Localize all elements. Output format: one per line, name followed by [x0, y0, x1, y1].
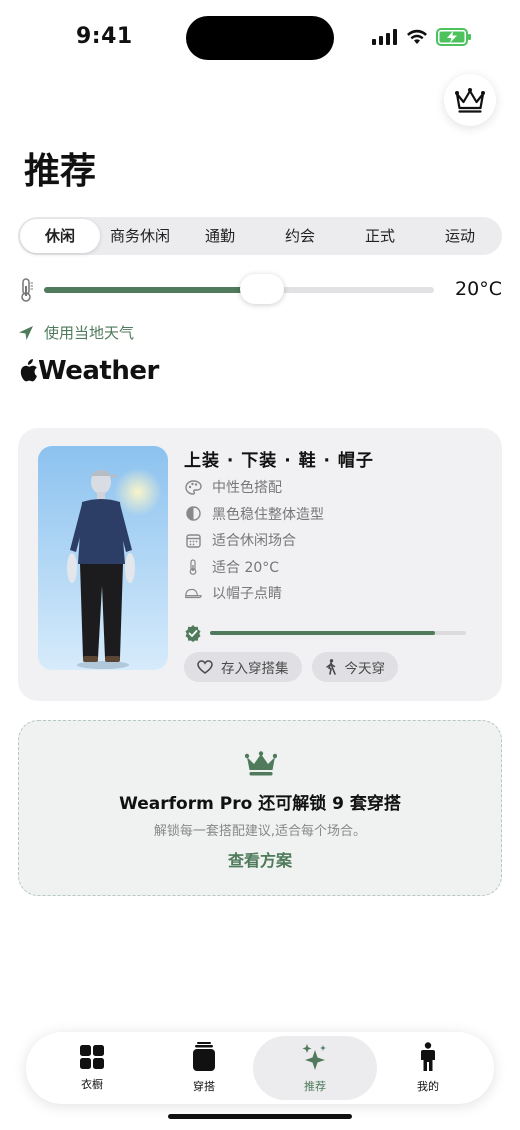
outfit-title: 上装 · 下装 · 鞋 · 帽子 — [184, 451, 374, 471]
pro-upsell-title: Wearform Pro 还可解锁 9 套穿搭 — [119, 794, 401, 814]
tab-wardrobe[interactable]: 衣橱 — [30, 1036, 154, 1100]
thermometer-icon — [189, 559, 196, 575]
tab-label: 穿搭 — [193, 1080, 215, 1093]
outfit-attribute-text: 适合 20°C — [212, 559, 280, 576]
save-button-label: 存入穿搭集 — [221, 661, 289, 677]
occasion-tab-date[interactable]: 约会 — [260, 219, 340, 253]
contrast-icon — [185, 506, 201, 521]
temperature-slider-thumb[interactable] — [240, 274, 285, 304]
calendar-icon — [185, 534, 201, 548]
battery-charging-icon — [436, 28, 471, 46]
location-arrow-icon — [19, 325, 33, 340]
walking-figure-icon — [325, 659, 336, 675]
tab-recommend[interactable]: 推荐 — [253, 1036, 377, 1100]
outfit-attribute: 适合 20°C — [184, 554, 324, 581]
temperature-slider[interactable] — [44, 274, 434, 304]
outfit-attribute-text: 黑色稳住整体造型 — [212, 506, 324, 523]
tab-outfits[interactable]: 穿搭 — [142, 1036, 266, 1100]
verified-check-icon — [185, 625, 201, 642]
wifi-icon — [407, 29, 427, 44]
status-bar: 9:41 — [0, 0, 520, 80]
palette-icon — [184, 480, 202, 495]
occasion-tab-business-casual[interactable]: 商务休闲 — [100, 219, 180, 253]
pro-upsell-card[interactable]: Wearform Pro 还可解锁 9 套穿搭 解锁每一套搭配建议,适合每个场合… — [18, 720, 502, 896]
status-time: 9:41 — [76, 24, 133, 49]
home-indicator — [168, 1114, 352, 1119]
crown-icon — [455, 88, 485, 113]
cellular-signal-icon — [372, 29, 397, 45]
thermometer-icon — [21, 278, 33, 302]
wear-today-label: 今天穿 — [344, 661, 386, 677]
view-plans-link[interactable]: 查看方案 — [19, 847, 501, 871]
wear-today-button[interactable]: 今天穿 — [311, 652, 398, 682]
cap-icon — [185, 589, 202, 599]
outfit-attribute-text: 适合休闲场合 — [212, 533, 296, 550]
occasion-tab-sport[interactable]: 运动 — [420, 219, 500, 253]
heart-icon — [197, 660, 213, 674]
match-score-bar — [210, 631, 466, 635]
occasion-segmented-control: 休闲 商务休闲 通勤 约会 正式 运动 — [18, 217, 502, 255]
temperature-slider-fill — [44, 287, 263, 293]
weather-brand-label: Weather — [38, 356, 159, 386]
match-score-fill — [210, 631, 436, 635]
occasion-tab-commute[interactable]: 通勤 — [180, 219, 260, 253]
person-icon — [421, 1042, 435, 1071]
occasion-tab-formal[interactable]: 正式 — [340, 219, 420, 253]
crown-icon — [245, 751, 277, 776]
tab-label: 衣橱 — [81, 1078, 103, 1091]
tab-profile[interactable]: 我的 — [366, 1036, 490, 1100]
use-local-weather-label: 使用当地天气 — [44, 324, 135, 342]
use-local-weather-button[interactable]: 使用当地天气 — [18, 322, 134, 343]
pro-crown-button[interactable] — [444, 74, 496, 126]
temperature-row: 20°C — [18, 274, 502, 306]
tab-label: 我的 — [417, 1080, 439, 1093]
outfit-attribute-text: 以帽子点睛 — [212, 586, 282, 603]
page-title: 推荐 — [24, 151, 97, 192]
weather-attribution[interactable]: Weather — [18, 356, 159, 386]
sparkles-icon — [302, 1044, 326, 1070]
outfit-attribute: 中性色搭配 — [184, 474, 324, 501]
status-icons — [372, 28, 472, 46]
outfit-attribute-text: 中性色搭配 — [212, 480, 282, 497]
temperature-value: 20°C — [455, 278, 502, 300]
occasion-tab-casual[interactable]: 休闲 — [20, 219, 100, 253]
pro-upsell-subtitle: 解锁每一套搭配建议,适合每个场合。 — [153, 824, 367, 839]
outfit-preview-image — [38, 446, 168, 670]
outfit-attribute: 黑色稳住整体造型 — [184, 501, 324, 528]
outfit-actions: 存入穿搭集 今天穿 — [184, 652, 398, 682]
outfit-recommendation-card[interactable]: 上装 · 下装 · 鞋 · 帽子 中性色搭配 黑色稳住整体造型 适合休闲场合 适… — [18, 428, 502, 701]
bottom-tab-bar: 衣橱 穿搭 推荐 我的 — [26, 1032, 494, 1104]
apple-logo-icon — [20, 359, 37, 382]
dynamic-island — [186, 16, 334, 60]
save-to-collection-button[interactable]: 存入穿搭集 — [184, 652, 302, 682]
outfit-stack-icon — [193, 1042, 215, 1071]
outfit-attributes: 中性色搭配 黑色稳住整体造型 适合休闲场合 适合 20°C 以帽子点睛 — [184, 474, 324, 607]
outfit-attribute: 以帽子点睛 — [184, 580, 324, 607]
match-score — [184, 624, 466, 642]
tab-label: 推荐 — [304, 1080, 326, 1093]
mannequin-illustration — [67, 468, 162, 669]
outfit-attribute: 适合休闲场合 — [184, 527, 324, 554]
grid-icon — [80, 1045, 104, 1069]
